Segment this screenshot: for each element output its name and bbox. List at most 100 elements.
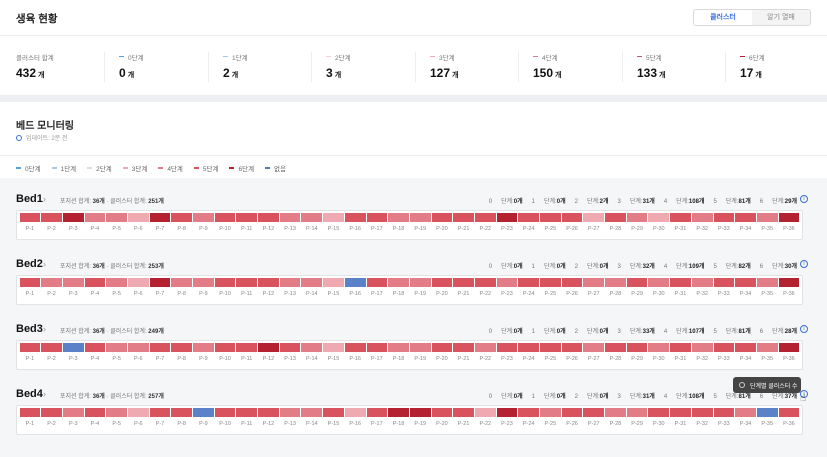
pod-cell[interactable]: P-6: [127, 408, 149, 432]
pod-cell[interactable]: P-6: [127, 343, 149, 367]
pod-cell[interactable]: P-21: [453, 343, 474, 367]
pod-cell[interactable]: P-3: [62, 343, 84, 367]
pod-cell[interactable]: P-34: [735, 408, 756, 432]
pod-cell[interactable]: P-20: [431, 343, 453, 367]
pod-cell[interactable]: P-28: [605, 278, 626, 302]
pod-cell[interactable]: P-24: [518, 343, 539, 367]
pod-cell[interactable]: P-14: [301, 213, 323, 237]
pod-cell[interactable]: P-23: [496, 213, 518, 237]
pod-cell[interactable]: P-26: [561, 408, 583, 432]
pod-cell[interactable]: P-16: [344, 343, 366, 367]
pod-cell[interactable]: P-31: [670, 343, 691, 367]
pod-cell[interactable]: P-10: [214, 278, 236, 302]
pod-cell[interactable]: P-22: [474, 278, 496, 302]
pod-cell[interactable]: P-16: [344, 278, 366, 302]
pod-cell[interactable]: P-22: [474, 343, 496, 367]
pod-cell[interactable]: P-16: [344, 213, 366, 237]
pod-cell[interactable]: P-13: [279, 343, 301, 367]
pod-cell[interactable]: P-8: [171, 408, 192, 432]
pod-cell[interactable]: P-36: [778, 213, 800, 237]
pod-cell[interactable]: P-12: [258, 408, 279, 432]
pod-cell[interactable]: P-31: [670, 408, 691, 432]
pod-cell[interactable]: P-9: [193, 278, 214, 302]
pod-cell[interactable]: P-19: [409, 408, 431, 432]
pod-cell[interactable]: P-6: [127, 213, 149, 237]
pod-cell[interactable]: P-28: [605, 343, 626, 367]
pod-cell[interactable]: P-1: [19, 408, 41, 432]
pod-cell[interactable]: P-21: [453, 278, 474, 302]
pod-cell[interactable]: P-35: [756, 213, 778, 237]
pod-cell[interactable]: P-7: [149, 343, 171, 367]
pod-cell[interactable]: P-17: [366, 278, 388, 302]
pod-cell[interactable]: P-30: [648, 213, 670, 237]
pod-cell[interactable]: P-29: [626, 408, 648, 432]
pod-cell[interactable]: P-12: [258, 278, 279, 302]
pod-cell[interactable]: P-19: [409, 278, 431, 302]
pod-cell[interactable]: P-36: [778, 278, 800, 302]
pod-cell[interactable]: P-32: [691, 213, 713, 237]
bed-name[interactable]: Bed2: [16, 258, 43, 270]
info-icon[interactable]: i: [800, 260, 808, 268]
pod-cell[interactable]: P-22: [474, 213, 496, 237]
pod-cell[interactable]: P-26: [561, 213, 583, 237]
pod-cell[interactable]: P-7: [149, 213, 171, 237]
pod-cell[interactable]: P-18: [388, 213, 409, 237]
pod-cell[interactable]: P-31: [670, 213, 691, 237]
pod-cell[interactable]: P-11: [236, 408, 258, 432]
pod-cell[interactable]: P-10: [214, 213, 236, 237]
info-icon[interactable]: i: [800, 325, 808, 333]
pod-cell[interactable]: P-4: [84, 213, 106, 237]
pod-cell[interactable]: P-2: [41, 213, 62, 237]
pod-cell[interactable]: P-1: [19, 278, 41, 302]
pod-cell[interactable]: P-33: [713, 213, 735, 237]
tab-cluster[interactable]: 클러스터: [694, 10, 752, 25]
pod-cell[interactable]: P-14: [301, 278, 323, 302]
pod-cell[interactable]: P-29: [626, 278, 648, 302]
pod-cell[interactable]: P-20: [431, 408, 453, 432]
view-toggle[interactable]: 클러스터 알기 열매: [693, 9, 811, 26]
pod-cell[interactable]: P-33: [713, 343, 735, 367]
pod-cell[interactable]: P-2: [41, 408, 62, 432]
pod-cell[interactable]: P-25: [540, 213, 561, 237]
pod-cell[interactable]: P-27: [583, 213, 605, 237]
pod-cell[interactable]: P-8: [171, 278, 192, 302]
pod-cell[interactable]: P-25: [540, 278, 561, 302]
pod-cell[interactable]: P-31: [670, 278, 691, 302]
pod-cell[interactable]: P-18: [388, 343, 409, 367]
pod-cell[interactable]: P-11: [236, 343, 258, 367]
pod-cell[interactable]: P-24: [518, 213, 539, 237]
pod-cell[interactable]: P-2: [41, 343, 62, 367]
pod-cell[interactable]: P-16: [344, 408, 366, 432]
pod-cell[interactable]: P-35: [756, 343, 778, 367]
tab-fruit[interactable]: 알기 열매: [752, 10, 810, 25]
pod-cell[interactable]: P-25: [540, 408, 561, 432]
pod-cell[interactable]: P-15: [323, 408, 344, 432]
pod-cell[interactable]: P-33: [713, 408, 735, 432]
pod-cell[interactable]: P-26: [561, 343, 583, 367]
bed-name[interactable]: Bed4: [16, 388, 43, 400]
pod-cell[interactable]: P-34: [735, 213, 756, 237]
pod-cell[interactable]: P-28: [605, 213, 626, 237]
pod-cell[interactable]: P-10: [214, 343, 236, 367]
pod-cell[interactable]: P-29: [626, 213, 648, 237]
pod-cell[interactable]: P-29: [626, 343, 648, 367]
pod-cell[interactable]: P-13: [279, 408, 301, 432]
pod-cell[interactable]: P-32: [691, 343, 713, 367]
bed-name[interactable]: Bed1: [16, 193, 43, 205]
pod-cell[interactable]: P-8: [171, 213, 192, 237]
pod-cell[interactable]: P-8: [171, 343, 192, 367]
pod-cell[interactable]: P-21: [453, 213, 474, 237]
pod-cell[interactable]: P-32: [691, 278, 713, 302]
pod-cell[interactable]: P-32: [691, 408, 713, 432]
pod-cell[interactable]: P-1: [19, 343, 41, 367]
info-icon[interactable]: i: [800, 195, 808, 203]
pod-cell[interactable]: P-17: [366, 408, 388, 432]
pod-cell[interactable]: P-5: [106, 213, 127, 237]
pod-cell[interactable]: P-36: [778, 343, 800, 367]
pod-cell[interactable]: P-18: [388, 408, 409, 432]
pod-cell[interactable]: P-25: [540, 343, 561, 367]
pod-cell[interactable]: P-20: [431, 278, 453, 302]
pod-cell[interactable]: P-12: [258, 343, 279, 367]
chevron-right-icon[interactable]: ›: [43, 324, 46, 334]
pod-cell[interactable]: P-36: [778, 408, 800, 432]
